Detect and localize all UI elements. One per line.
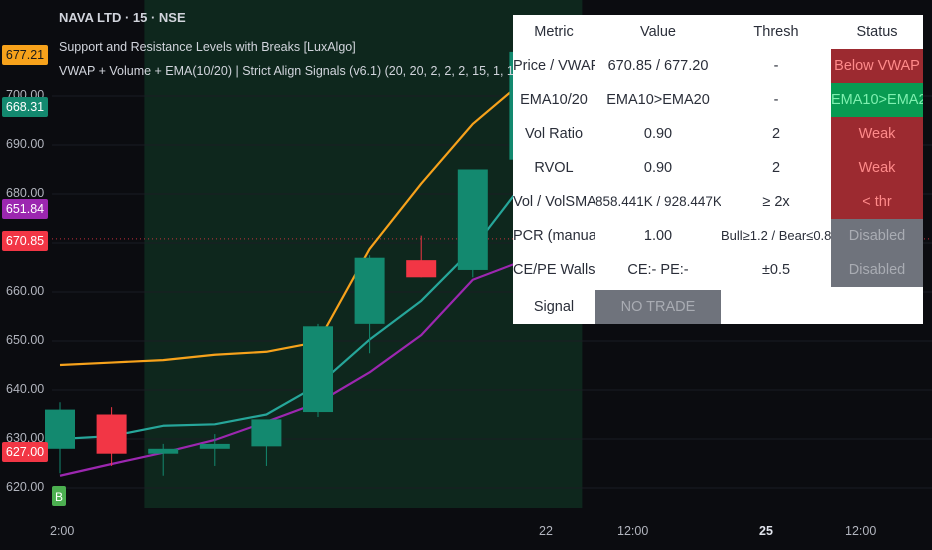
buy-signal-marker: B xyxy=(52,486,66,506)
ema10-price-badge: 668.31 xyxy=(2,97,48,117)
x-axis-tick: 12:00 xyxy=(617,524,649,538)
candle-body xyxy=(303,326,333,413)
support-price-badge: 627.00 xyxy=(2,442,48,462)
indicator-label-sr[interactable]: Support and Resistance Levels with Break… xyxy=(59,40,356,54)
header-status: Status xyxy=(856,24,898,40)
row-metric: EMA10/20 xyxy=(520,92,588,108)
y-axis-tick: 660.00 xyxy=(6,284,45,298)
row-status: Disabled xyxy=(831,253,923,287)
x-axis-tick: 12:00 xyxy=(845,524,877,538)
y-axis-tick: 640.00 xyxy=(6,382,45,396)
y-axis-tick: 650.00 xyxy=(6,333,45,347)
row-metric: Price / VWAP xyxy=(513,58,595,74)
chart-screen: B NAVA LTD · 15 · NSE Support and Resist… xyxy=(0,0,932,550)
row-thresh: - xyxy=(773,58,779,74)
y-axis-tick: 690.00 xyxy=(6,137,45,151)
candle-body xyxy=(406,260,437,278)
row-value: 858.441K / 928.447K xyxy=(595,194,721,209)
candle-body xyxy=(251,419,282,447)
row-status: Weak xyxy=(831,117,923,151)
candle-body xyxy=(45,409,75,449)
signal-value: NO TRADE xyxy=(595,290,721,324)
row-thresh: - xyxy=(773,92,779,108)
row-status: EMA10>EMA20 xyxy=(831,83,923,117)
row-thresh: ±0.5 xyxy=(761,262,791,278)
x-axis-tick: 25 xyxy=(759,524,773,538)
row-metric: PCR (manual) xyxy=(513,228,595,244)
row-status: Disabled xyxy=(831,219,923,253)
buy-signal-text: B xyxy=(55,490,63,504)
row-value: 0.90 xyxy=(643,126,673,142)
row-metric: RVOL xyxy=(534,160,574,176)
row-status: Below VWAP xyxy=(831,49,923,83)
candle-body xyxy=(354,257,385,324)
ema20-price-badge: 651.84 xyxy=(2,199,48,219)
header-value: Value xyxy=(639,24,676,40)
row-thresh: 2 xyxy=(771,160,781,176)
row-value: 670.85 / 677.20 xyxy=(607,58,709,74)
candle-body xyxy=(199,443,230,449)
row-value: 0.90 xyxy=(643,160,673,176)
x-axis-tick: 2:00 xyxy=(50,524,75,538)
x-axis-tick: 22 xyxy=(539,524,553,538)
row-thresh: Bull≥1.2 / Bear≤0.8 xyxy=(721,228,831,243)
row-value: 1.00 xyxy=(643,228,673,244)
row-metric: Vol / VolSMA xyxy=(513,194,595,210)
row-thresh: ≥ 2x xyxy=(762,194,790,210)
candle-body xyxy=(96,414,127,454)
row-status: Weak xyxy=(831,151,923,185)
header-metric: Metric xyxy=(534,24,574,40)
y-axis-tick: 680.00 xyxy=(6,186,45,200)
metrics-table: Metric Value Thresh Status Price / VWAP … xyxy=(513,15,923,324)
candle-body xyxy=(148,448,179,454)
header-thresh: Thresh xyxy=(753,24,799,40)
row-thresh: 2 xyxy=(771,126,781,142)
candle-body xyxy=(457,169,488,270)
row-metric: Vol Ratio xyxy=(524,126,584,142)
row-value: CE:- PE:- xyxy=(627,262,689,278)
signal-label: Signal xyxy=(533,299,575,315)
row-status: < thr xyxy=(831,185,923,219)
symbol-title: NAVA LTD · 15 · NSE xyxy=(59,10,186,25)
row-value: EMA10>EMA20 xyxy=(606,92,710,108)
row-metric: CE/PE Walls xyxy=(513,262,595,278)
last-price-badge: 670.85 xyxy=(2,231,48,251)
y-axis-tick: 620.00 xyxy=(6,480,45,494)
vwap-price-badge: 677.21 xyxy=(2,45,48,65)
